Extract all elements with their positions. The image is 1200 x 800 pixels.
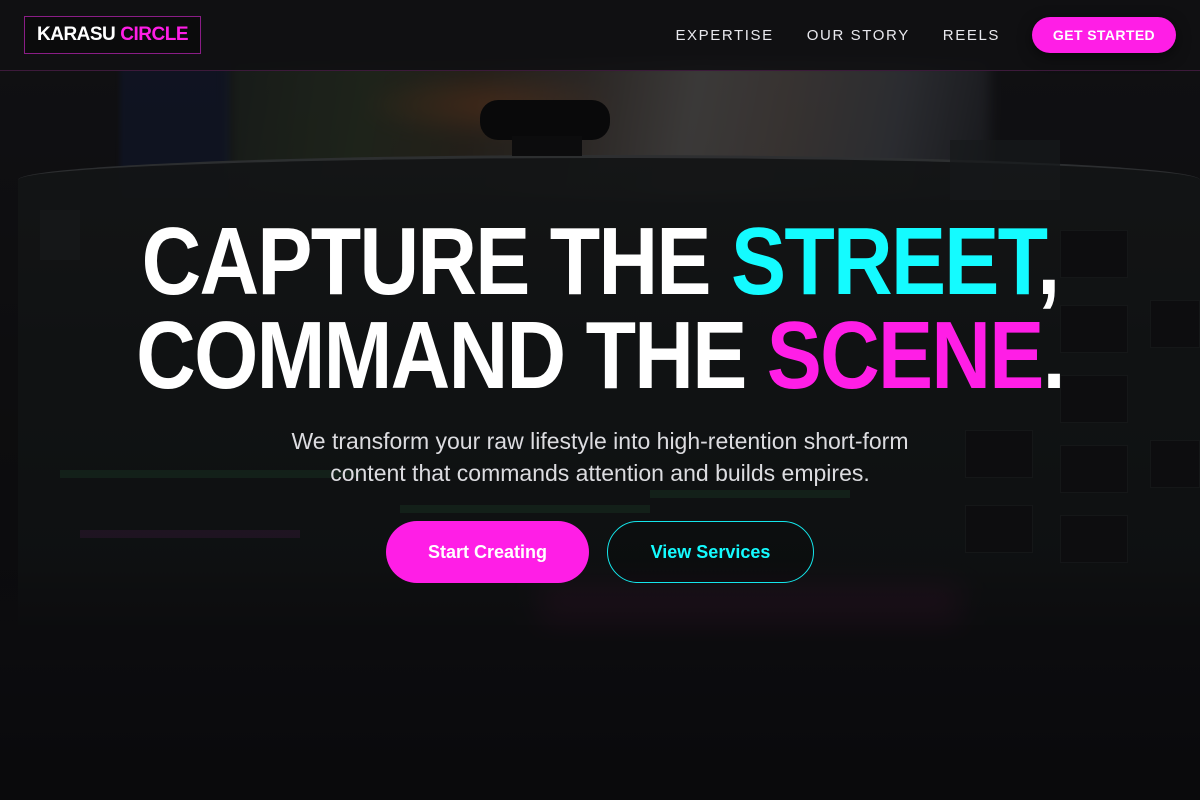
logo-word-accent: CIRCLE (120, 24, 189, 45)
nav-links: EXPERTISE OUR STORY REELS (675, 0, 1000, 70)
top-navbar: KARASU CIRCLE EXPERTISE OUR STORY REELS … (0, 0, 1200, 71)
headline-line-2: COMMAND THE SCENE. (84, 308, 1116, 404)
hero-subtitle: We transform your raw lifestyle into hig… (291, 428, 909, 486)
hero-buttons: Start Creating View Services (0, 521, 1200, 583)
headline-line1-prefix: CAPTURE THE (141, 208, 712, 315)
headline-line2-prefix: COMMAND THE (136, 302, 747, 409)
nav-link-our-story[interactable]: OUR STORY (807, 27, 910, 44)
brand-logo[interactable]: KARASU CIRCLE (24, 16, 202, 54)
headline-accent-street: STREET (730, 208, 1039, 315)
view-services-button[interactable]: View Services (607, 521, 814, 583)
headline-line1-suffix: , (1037, 208, 1060, 315)
nav-link-reels[interactable]: REELS (943, 27, 1000, 44)
headline-line-1: CAPTURE THE STREET, (84, 214, 1116, 310)
logo-word-primary: KARASU (37, 24, 116, 45)
headline-accent-scene: SCENE (766, 302, 1045, 409)
get-started-button[interactable]: GET STARTED (1032, 17, 1176, 53)
hero-headline: CAPTURE THE STREET, COMMAND THE SCENE. (84, 214, 1116, 404)
headline-line2-suffix: . (1042, 302, 1066, 409)
hero-section: CAPTURE THE STREET, COMMAND THE SCENE. W… (0, 214, 1200, 583)
nav-link-expertise[interactable]: EXPERTISE (675, 27, 773, 44)
start-creating-button[interactable]: Start Creating (386, 521, 589, 583)
